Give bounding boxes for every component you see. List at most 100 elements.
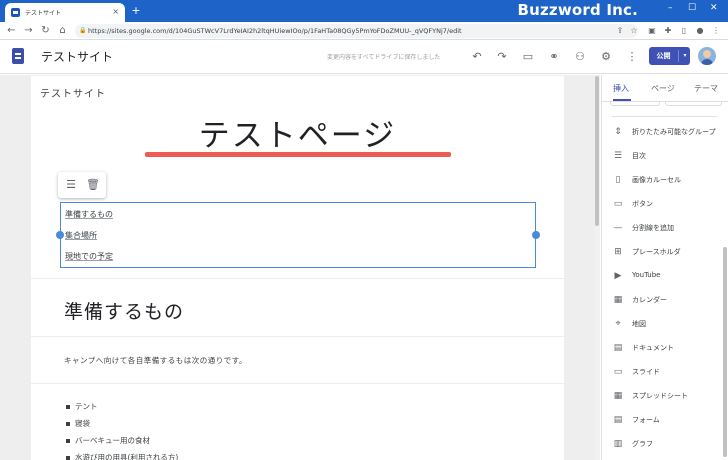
insert-item[interactable]: ☰ 目次 <box>602 147 722 167</box>
tab-insert[interactable]: 挿入 <box>613 83 629 94</box>
insert-item[interactable]: — 分割線を追加 <box>602 219 722 239</box>
panel-scroll-thumb[interactable] <box>723 247 727 457</box>
puzzle-icon[interactable]: ✚ <box>662 25 674 37</box>
insert-item[interactable]: ⇕ 折りたたみ可能なグループ <box>602 123 722 143</box>
lock-icon: 🔒 <box>79 27 87 34</box>
paragraph[interactable]: キャンプへ向けて各自準備するもは次の通りです。 <box>64 355 247 366</box>
list-item[interactable]: テント <box>64 401 178 418</box>
insert-item-label: 画像カルーセル <box>632 176 681 184</box>
insert-item[interactable]: ▤ フォーム <box>602 411 722 431</box>
insert-item[interactable]: ▯ 画像カルーセル <box>602 171 722 191</box>
insert-item-label: グラフ <box>632 440 653 448</box>
publish-button[interactable]: 公開 ▾ <box>649 47 690 65</box>
bullet-list[interactable]: テント 寝袋 バーベキュー用の食材 水遊び用の用具(利用される方) <box>64 401 178 460</box>
redo-icon[interactable]: ↷ <box>494 49 510 65</box>
outline-icon[interactable]: ☰ <box>63 177 79 193</box>
calendar-icon: ▦ <box>613 295 623 305</box>
undo-icon[interactable]: ↶ <box>469 49 485 65</box>
page-title[interactable]: テストページ <box>31 110 564 155</box>
insert-item[interactable]: ▭ ボタン <box>602 195 722 215</box>
insert-item-label: ボタン <box>632 200 653 208</box>
insert-item[interactable]: ▶ YouTube <box>602 267 722 287</box>
sites-favicon-icon <box>11 8 20 17</box>
toc-link[interactable]: 現地での予定 <box>65 251 113 262</box>
insert-item[interactable]: ⌖ 地図 <box>602 315 722 335</box>
address-bar[interactable]: 🔒 https://sites.google.com/d/104GuSTWcV7… <box>75 24 638 38</box>
more-options-icon[interactable]: ⋮ <box>624 49 640 65</box>
insert-item[interactable]: ⊞ プレースホルダ <box>602 243 722 263</box>
tab-themes[interactable]: テーマ <box>694 83 718 94</box>
tab-close-icon[interactable]: × <box>112 7 119 16</box>
toc-icon: ☰ <box>613 151 623 161</box>
browser-tab[interactable]: テストサイト × <box>5 3 125 22</box>
preview-icon[interactable]: ▭ <box>520 49 536 65</box>
profile-icon[interactable]: ● <box>694 25 706 37</box>
browser-tab-strip: テストサイト × + Buzzword Inc. – ☐ ✕ <box>0 0 728 22</box>
table-of-contents[interactable]: 準備するもの 集合場所 現地での予定 <box>56 202 540 268</box>
page-site-name[interactable]: テストサイト <box>40 85 106 100</box>
insert-item[interactable]: ▦ カレンダー <box>602 291 722 311</box>
resize-handle-left[interactable] <box>56 231 64 239</box>
insert-item[interactable]: ▤ ドキュメント <box>602 339 722 359</box>
page-preview: テストサイト テストページ ☰ 🗑 準備するもの 集合場所 現地での予定 準備す… <box>31 76 564 460</box>
site-title[interactable]: テストサイト <box>41 48 113 65</box>
toc-link[interactable]: 集合場所 <box>65 230 97 241</box>
settings-gear-icon[interactable]: ⚙ <box>598 49 614 65</box>
insert-item[interactable]: ▭ スライド <box>602 363 722 383</box>
publish-label: 公開 <box>656 52 671 60</box>
toc-link[interactable]: 準備するもの <box>65 209 113 220</box>
home-icon[interactable]: ⌂ <box>56 24 69 37</box>
carousel-icon: ▯ <box>615 175 621 185</box>
sidepanel-icon[interactable]: ▯ <box>678 25 690 37</box>
insert-item[interactable]: ▥ グラフ <box>602 435 722 455</box>
share-with-others-icon[interactable]: ⚇ <box>572 49 588 65</box>
avatar[interactable] <box>698 47 716 65</box>
insert-item-label: YouTube <box>632 271 661 279</box>
insert-item-label: フォーム <box>632 416 660 424</box>
block-toolbar: ☰ 🗑 <box>58 172 106 198</box>
window-close-icon[interactable]: ✕ <box>710 3 718 13</box>
list-item[interactable]: 寝袋 <box>64 418 178 435</box>
slides-icon: ▭ <box>613 367 623 377</box>
collapsible-icon: ⇕ <box>614 127 622 137</box>
delete-trash-icon[interactable]: 🗑 <box>85 177 101 193</box>
share-icon[interactable]: ⇪ <box>614 25 626 37</box>
google-sites-logo-icon[interactable] <box>12 48 24 64</box>
panel-card-edge[interactable] <box>610 102 660 106</box>
extension-icon[interactable]: ▣ <box>646 25 658 37</box>
new-tab-button[interactable]: + <box>130 4 142 18</box>
insert-item-label: ドキュメント <box>632 344 674 352</box>
save-status: 変更内容をすべてドライブに保存しました <box>327 54 441 61</box>
publish-dropdown-icon[interactable]: ▾ <box>680 47 690 65</box>
bookmark-star-icon[interactable]: ☆ <box>628 25 640 37</box>
link-icon[interactable]: ⚭ <box>546 49 562 65</box>
tab-pages[interactable]: ページ <box>651 83 675 94</box>
browser-toolbar: ← → ↻ ⌂ 🔒 https://sites.google.com/d/104… <box>0 22 728 40</box>
browser-menu-icon[interactable]: ⋮ <box>710 25 722 37</box>
panel-card-edge[interactable] <box>665 102 722 106</box>
resize-handle-right[interactable] <box>532 231 540 239</box>
panel-scrollbar[interactable] <box>722 75 728 460</box>
placeholder-icon: ⊞ <box>614 247 622 257</box>
youtube-icon: ▶ <box>614 271 622 281</box>
canvas-scroll-thumb[interactable] <box>595 76 599 226</box>
list-item[interactable]: バーベキュー用の食材 <box>64 435 178 452</box>
minimize-icon[interactable]: – <box>668 3 673 13</box>
canvas-scrollbar[interactable] <box>594 76 600 460</box>
section-divider <box>31 278 564 279</box>
insert-panel: 挿入 ページ テーマ ⇕ 折りたたみ可能なグループ ☰ 目次 ▯ 画像カルーセル ▭ ボタン —… <box>601 75 728 460</box>
list-item[interactable]: 水遊び用の用具(利用される方) <box>64 452 178 460</box>
maximize-icon[interactable]: ☐ <box>688 3 696 13</box>
insert-item[interactable]: ▦ スプレッドシート <box>602 387 722 407</box>
section-heading[interactable]: 準備するもの <box>64 297 184 324</box>
section-divider <box>31 383 564 384</box>
title-underline <box>145 152 451 157</box>
insert-item-label: プレースホルダ <box>632 248 681 256</box>
insert-item-label: カレンダー <box>632 296 667 304</box>
forward-icon[interactable]: → <box>22 24 35 37</box>
back-icon[interactable]: ← <box>5 24 18 37</box>
reload-icon[interactable]: ↻ <box>39 24 52 37</box>
section-divider <box>31 336 564 337</box>
chart-icon: ▥ <box>613 439 623 449</box>
tab-title: テストサイト <box>25 10 62 17</box>
